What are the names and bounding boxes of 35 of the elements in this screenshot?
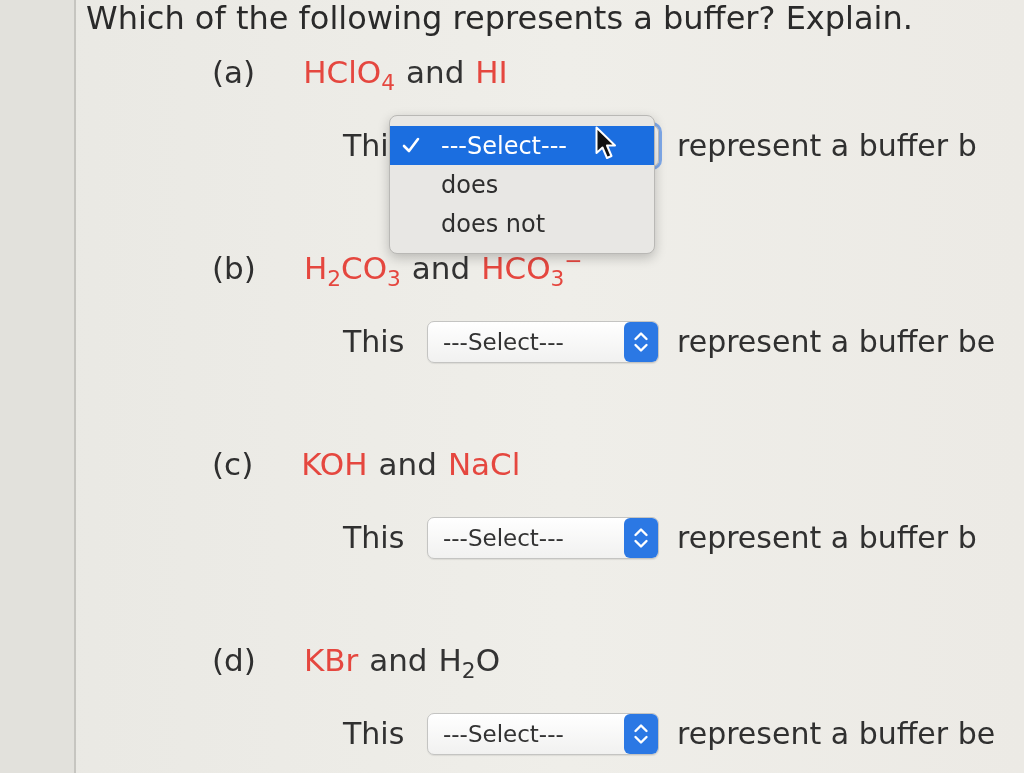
question-text: Which of the following represents a buffer? Explain. — [86, 0, 914, 36]
formula-text: HClO$_{4}$ — [303, 56, 395, 88]
item-label: (c) — [212, 448, 254, 480]
sentence-text: represent a buffer b — [677, 523, 977, 553]
menu-option[interactable]: does not — [390, 204, 654, 243]
select-dropdown[interactable]: ---Select--- — [427, 321, 659, 363]
sentence-text: Thi — [343, 128, 389, 163]
up-down-arrows-icon — [624, 322, 658, 362]
sentence-text: This — [343, 324, 405, 359]
checkmark-icon — [402, 137, 420, 153]
up-down-arrows-icon — [624, 714, 658, 754]
item-label: (a) — [212, 56, 256, 88]
select-dropdown[interactable]: ---Select--- — [427, 713, 659, 755]
item-label: (d) — [212, 644, 256, 676]
formula-text: H$_{2}$O — [438, 644, 501, 676]
formula-text: H$_{2}$CO$_{3}$ — [303, 252, 401, 284]
sentence-text: represent a buffer be — [677, 327, 996, 357]
sentence-text: represent a buffer be — [677, 719, 996, 749]
menu-option[interactable]: does — [390, 165, 654, 204]
conjunction-text: and — [411, 252, 471, 284]
formula-text: KOH — [301, 448, 368, 480]
sentence-text: This — [343, 520, 405, 555]
formula-text: HI — [475, 56, 508, 88]
sentence-text: This — [343, 716, 405, 751]
menu-option[interactable]: ---Select--- — [390, 126, 654, 165]
sentence-text: represent a buffer b — [677, 131, 977, 161]
conjunction-text: and — [406, 56, 465, 88]
formula-text: NaCl — [447, 448, 521, 480]
mouse-pointer-icon — [595, 126, 617, 160]
conjunction-text: and — [378, 448, 437, 480]
item-label: (b) — [212, 252, 256, 284]
up-down-arrows-icon — [624, 518, 658, 558]
select-dropdown[interactable]: ---Select--- — [427, 517, 659, 559]
formula-text: KBr — [303, 644, 359, 676]
conjunction-text: and — [369, 644, 428, 676]
